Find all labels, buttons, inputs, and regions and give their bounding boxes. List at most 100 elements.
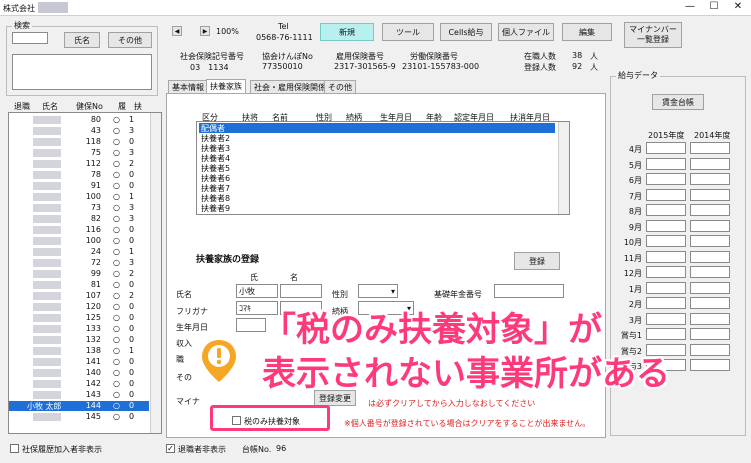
list-item[interactable]: 82 ○ 3 <box>9 214 149 224</box>
search-input[interactable] <box>12 32 48 44</box>
list-item[interactable]: 91 ○ 0 <box>9 181 149 191</box>
salary-cell[interactable] <box>690 173 730 185</box>
list-item[interactable]: 141 ○ 0 <box>9 357 149 367</box>
salary-cell[interactable] <box>646 250 686 263</box>
salary-cell[interactable] <box>690 188 730 201</box>
employee-list[interactable]: 80 ○ 1 43 ○ 3 118 ○ 0 75 ○ 3 112 ○ 2 78 ○ 0 91 ○ 0 100 ○ 1 73 ○ 3 8… <box>8 112 162 434</box>
search-memo-field[interactable] <box>12 54 152 90</box>
salary-cell[interactable] <box>690 343 730 356</box>
kenpo-no: 142 <box>85 379 101 388</box>
sei-input[interactable]: 小牧 <box>236 284 278 298</box>
tab-basic-info[interactable]: 基本情報 <box>168 80 208 93</box>
list-item[interactable]: 扶養者9 <box>199 203 555 213</box>
list-item[interactable]: 扶養者8 <box>199 193 555 203</box>
list-item[interactable]: 扶養者2 <box>199 133 555 143</box>
list-item[interactable]: 107 ○ 2 <box>9 291 149 301</box>
list-item[interactable]: 112 ○ 2 <box>9 159 149 169</box>
dependents-list[interactable]: 配偶者 扶養者2 扶養者3 扶養者4 扶養者5 扶養者6 扶養者7 扶養者8 扶養者9 <box>196 121 570 215</box>
salary-cell[interactable] <box>646 142 686 154</box>
salary-cell[interactable] <box>646 219 686 232</box>
next-record-icon[interactable]: ▶ <box>200 26 210 36</box>
new-button[interactable]: 新規 <box>320 23 374 41</box>
mynumber-register-button[interactable]: マイナンバー 一覧登録 <box>624 22 682 48</box>
list-item[interactable]: 24 ○ 1 <box>9 247 149 257</box>
tab-other[interactable]: その他 <box>324 80 356 93</box>
salary-cell[interactable] <box>646 297 686 309</box>
list-item[interactable]: 140 ○ 0 <box>9 368 149 378</box>
shaho-hidden-checkbox[interactable] <box>10 444 19 453</box>
list-item[interactable]: 扶養者7 <box>199 183 555 193</box>
history-mark: ○ <box>113 357 120 366</box>
tab-insurance[interactable]: 社会・雇用保険関係 <box>250 80 330 93</box>
minimize-icon[interactable]: — <box>678 0 702 15</box>
list-item[interactable]: 73 ○ 3 <box>9 203 149 213</box>
salary-cell[interactable] <box>690 266 730 278</box>
kenpo-no: 144 <box>85 401 101 410</box>
salary-cell[interactable] <box>690 328 730 340</box>
maximize-icon[interactable]: ☐ <box>702 0 726 15</box>
list-item[interactable]: 133 ○ 0 <box>9 324 149 334</box>
list-item[interactable]: 100 ○ 1 <box>9 192 149 202</box>
list-item[interactable]: 扶養者4 <box>199 153 555 163</box>
pension-input[interactable] <box>494 284 564 298</box>
gender-select[interactable]: ▾ <box>358 284 398 298</box>
kenpo-no: 72 <box>90 258 101 267</box>
dependents-list-scrollbar[interactable] <box>558 122 569 214</box>
list-item[interactable]: 138 ○ 1 <box>9 346 149 356</box>
list-item[interactable]: 116 ○ 0 <box>9 225 149 235</box>
register-button[interactable]: 登録 <box>514 252 560 270</box>
salary-cell[interactable] <box>646 266 686 278</box>
list-item[interactable]: 72 ○ 3 <box>9 258 149 268</box>
salary-cell[interactable] <box>690 219 730 232</box>
salary-cell[interactable] <box>646 204 686 216</box>
tab-dependents[interactable]: 扶養家族 <box>206 79 246 93</box>
salary-cell[interactable] <box>646 281 686 294</box>
salary-cell[interactable] <box>646 235 686 247</box>
list-item[interactable]: 扶養者5 <box>199 163 555 173</box>
salary-cell[interactable] <box>690 157 730 170</box>
list-item[interactable]: 142 ○ 0 <box>9 379 149 389</box>
list-item[interactable]: 配偶者 <box>199 123 555 133</box>
salary-cell[interactable] <box>690 312 730 325</box>
list-item[interactable]: 100 ○ 0 <box>9 236 149 246</box>
list-item[interactable]: 小牧 太郎 144 ○ 0 <box>9 401 149 411</box>
salary-cell[interactable] <box>690 359 730 371</box>
salary-cell[interactable] <box>646 188 686 201</box>
tool-button[interactable]: ツール <box>382 23 434 41</box>
list-item[interactable]: 143 ○ 0 <box>9 390 149 400</box>
list-item[interactable]: 99 ○ 2 <box>9 269 149 279</box>
list-item[interactable]: 78 ○ 0 <box>9 170 149 180</box>
retired-hidden-checkbox[interactable]: ✓ <box>166 444 175 453</box>
salary-cell[interactable] <box>646 173 686 185</box>
list-item[interactable]: 扶養者6 <box>199 173 555 183</box>
list-item[interactable]: 81 ○ 0 <box>9 280 149 290</box>
salary-cell[interactable] <box>690 281 730 294</box>
search-name-button[interactable]: 氏名 <box>64 32 100 48</box>
list-item[interactable]: 80 ○ 1 <box>9 115 149 125</box>
search-other-button[interactable]: その他 <box>108 32 152 48</box>
mei-input[interactable] <box>280 284 322 298</box>
list-item[interactable]: 120 ○ 0 <box>9 302 149 312</box>
list-item[interactable]: 75 ○ 3 <box>9 148 149 158</box>
list-item[interactable]: 125 ○ 0 <box>9 313 149 323</box>
list-item[interactable]: 145 ○ 0 <box>9 412 149 422</box>
list-item[interactable]: 43 ○ 3 <box>9 126 149 136</box>
salary-cell[interactable] <box>646 312 686 325</box>
wage-ledger-button[interactable]: 賃金台帳 <box>652 94 704 110</box>
employee-list-scrollbar[interactable] <box>150 113 161 433</box>
edit-button[interactable]: 編集 <box>562 23 612 41</box>
salary-cell[interactable] <box>646 157 686 170</box>
list-item[interactable]: 132 ○ 0 <box>9 335 149 345</box>
salary-cell[interactable] <box>646 328 686 340</box>
list-item[interactable]: 118 ○ 0 <box>9 137 149 147</box>
salary-cell[interactable] <box>690 204 730 216</box>
salary-cell[interactable] <box>690 142 730 154</box>
cells-salary-button[interactable]: Cells給与 <box>440 23 492 41</box>
personal-file-button[interactable]: 個人ファイル <box>498 23 554 41</box>
salary-cell[interactable] <box>690 297 730 309</box>
list-item[interactable]: 扶養者3 <box>199 143 555 153</box>
prev-record-icon[interactable]: ◀ <box>172 26 182 36</box>
close-icon[interactable]: ✕ <box>726 0 750 15</box>
salary-cell[interactable] <box>690 235 730 247</box>
salary-cell[interactable] <box>690 250 730 263</box>
